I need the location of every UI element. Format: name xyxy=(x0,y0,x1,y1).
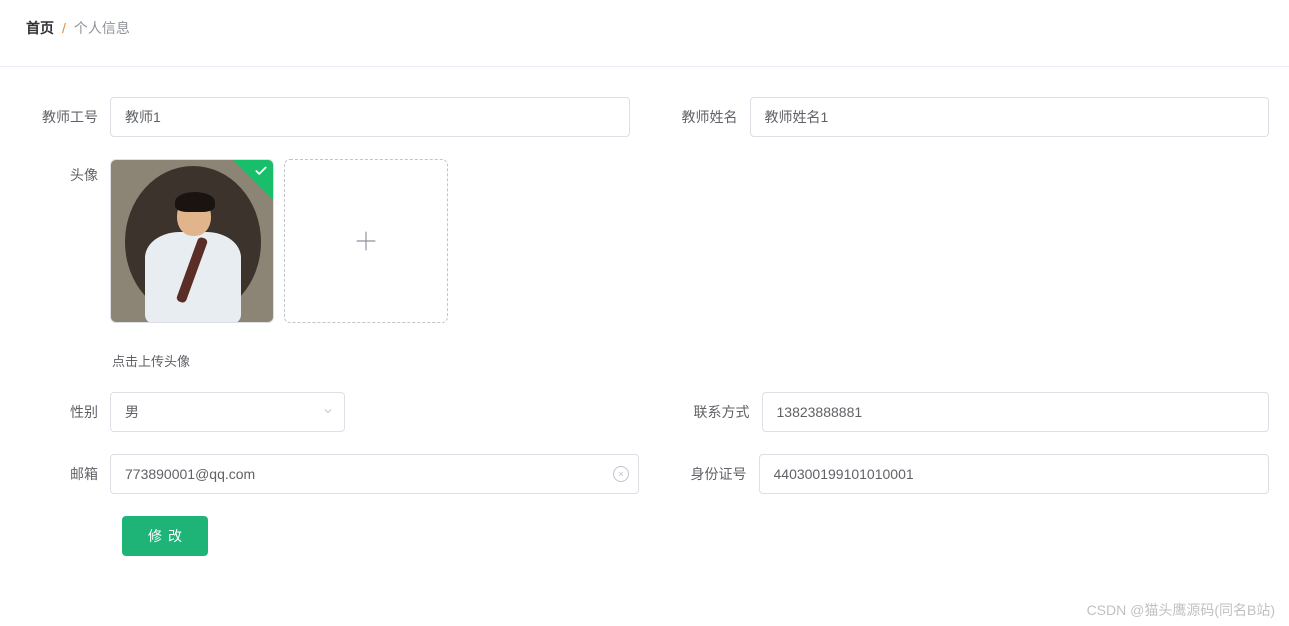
teacher-id-input[interactable] xyxy=(110,97,630,137)
clear-icon[interactable] xyxy=(613,466,629,482)
email-label: 邮箱 xyxy=(20,464,110,484)
breadcrumb-separator: / xyxy=(62,20,66,36)
gender-value: 男 xyxy=(125,402,139,422)
contact-input[interactable] xyxy=(762,392,1270,432)
upload-box[interactable] xyxy=(284,159,448,323)
watermark: CSDN @猫头鹰源码(同名B站) xyxy=(1087,600,1275,620)
check-icon xyxy=(254,164,268,181)
teacher-name-input[interactable] xyxy=(750,97,1270,137)
chevron-down-icon xyxy=(322,404,334,420)
breadcrumb-current: 个人信息 xyxy=(74,18,130,38)
breadcrumb: 首页 / 个人信息 xyxy=(0,0,1289,56)
contact-label: 联系方式 xyxy=(672,402,762,422)
form-card: 教师工号 教师姓名 头像 xyxy=(0,66,1289,586)
submit-button[interactable]: 修改 xyxy=(122,516,208,556)
id-number-input[interactable] xyxy=(759,454,1270,494)
teacher-id-label: 教师工号 xyxy=(20,107,110,127)
upload-hint: 点击上传头像 xyxy=(110,351,448,370)
gender-select[interactable]: 男 xyxy=(110,392,345,432)
breadcrumb-home[interactable]: 首页 xyxy=(26,18,54,38)
email-input[interactable] xyxy=(110,454,639,494)
gender-label: 性别 xyxy=(20,402,110,422)
avatar-label: 头像 xyxy=(20,159,110,185)
avatar-thumbnail[interactable] xyxy=(110,159,274,323)
teacher-name-label: 教师姓名 xyxy=(660,107,750,127)
id-number-label: 身份证号 xyxy=(669,464,759,484)
plus-icon xyxy=(352,227,380,255)
